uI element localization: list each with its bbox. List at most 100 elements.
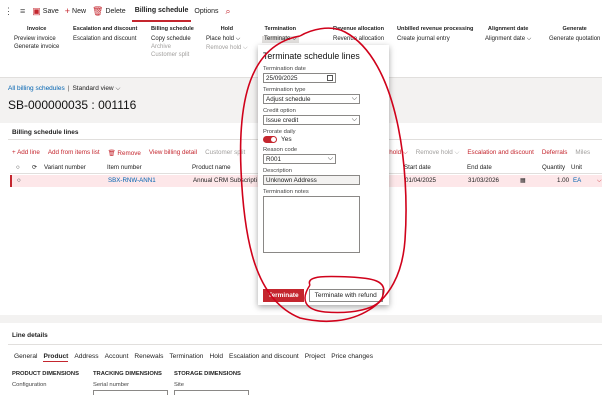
tab-account[interactable]: Account [105,353,129,362]
ribbon-group-billing: Billing schedule Copy schedule Archive C… [151,26,194,58]
terminate-button[interactable]: Terminate ⌵ [262,36,299,43]
grid-icon[interactable]: ⋮ [4,6,15,16]
dialog-title: Terminate schedule lines [263,51,360,61]
ribbon-group-invoice: Invoice Preview invoice Generate invoice [14,26,60,50]
remove-hold-action[interactable]: Remove hold ⌵ [416,149,460,157]
tab-termination[interactable]: Termination [169,353,203,362]
dialog-buttons: Terminate Terminate with refund [263,289,383,302]
item-number-link[interactable]: SBX-RNW-ANN1 [108,177,156,184]
select-all-checkbox[interactable]: ○ [16,164,20,171]
tab-escalation[interactable]: Escalation and discount [229,353,299,362]
tab-options[interactable]: Options [191,0,221,22]
alignment-date-button[interactable]: Alignment date ⌵ [485,36,531,43]
chevron-down-icon: ⌵ [327,155,333,162]
termination-notes-textarea[interactable] [263,196,360,253]
archive-button[interactable]: Archive [151,44,194,50]
chevron-down-icon: ⌵ [115,85,121,92]
remove-hold-button[interactable]: Remove hold ⌵ [206,45,248,52]
ribbon-group-escalation: Escalation and discount Escalation and d… [73,26,138,42]
trash-icon: 🗑 [92,5,104,16]
save-button[interactable]: ▣ Save [32,5,58,16]
page-title: SB-000000035 : 001116 [8,98,137,112]
menu-icon[interactable]: ≡ [20,6,27,16]
storage-dimensions-header: STORAGE DIMENSIONS [174,371,241,377]
ribbon-group-revenue: Revenue allocation Revenue allocation [333,26,385,42]
description-field: Unknown Address [263,175,360,185]
chevron-down-icon: ⌵ [292,36,297,42]
escalation-discount-button[interactable]: Escalation and discount [73,36,137,42]
terminate-with-refund-button[interactable]: Terminate with refund [308,289,383,302]
action-toolbar: ⋮ ≡ ▣ Save + New 🗑 Delete Billing schedule … [0,0,602,22]
view-selector[interactable]: Standard view ⌵ [72,85,120,92]
delete-button[interactable]: 🗑 Delete [92,5,126,16]
ribbon-group-hold: Hold Place hold ⌵ Remove hold ⌵ [206,26,248,52]
lines-action-bar-right: e hold ⌵ Remove hold ⌵ Escalation and di… [384,149,598,157]
add-from-items-button[interactable]: Add from items list [48,149,100,157]
calendar-icon[interactable]: ▦ [520,177,526,184]
col-item-number[interactable]: Item number [107,164,142,171]
tab-address[interactable]: Address [74,353,98,362]
tab-general[interactable]: General [14,353,37,362]
credit-option-select[interactable]: Issue credit ⌵ [263,115,360,125]
col-unit[interactable]: Unit [571,164,582,171]
toggle-switch[interactable] [263,136,277,143]
tab-product[interactable]: Product [43,353,69,362]
site-input[interactable] [174,390,249,395]
tab-hold[interactable]: Hold [209,353,223,362]
tab-renewals[interactable]: Renewals [134,353,163,362]
all-billing-schedules-link[interactable]: All billing schedules [8,85,65,92]
line-details-title: Line details [12,332,48,339]
trash-icon: 🗑 [107,150,116,157]
customer-split-button[interactable]: Customer split [151,52,194,58]
prorate-daily-toggle[interactable]: Yes [263,136,384,143]
termination-date-field[interactable]: 25/09/2025 [263,73,336,83]
generate-invoice-button[interactable]: Generate invoice [14,44,59,50]
terminate-dialog: Terminate schedule lines Termination dat… [258,45,389,305]
view-billing-detail-button[interactable]: View billing detail [149,149,197,157]
search-icon[interactable]: ⌕ [226,6,233,16]
plus-icon: + [64,5,71,16]
ribbon-group-alignment: Alignment date Alignment date ⌵ [485,26,532,43]
ribbon-group-generate: Generate Generate quotation [549,26,601,42]
add-line-button[interactable]: + Add line [12,149,40,157]
generate-quotation-button[interactable]: Generate quotation [549,36,600,42]
refresh-icon[interactable]: ⟳ [32,164,37,171]
terminate-button[interactable]: Terminate [263,289,304,302]
col-product-name[interactable]: Product name [192,164,231,171]
col-variant-number[interactable]: Variant number [44,164,86,171]
breadcrumb: All billing schedules | Standard view ⌵ [8,85,121,92]
create-journal-entry-button[interactable]: Create journal entry [397,36,473,42]
preview-invoice-button[interactable]: Preview invoice [14,36,59,42]
serial-number-input[interactable] [93,390,168,395]
calendar-icon[interactable] [327,75,333,81]
row-checkbox[interactable]: ○ [17,177,21,184]
line-details-tabs: General Product Address Account Renewals… [14,353,379,362]
customer-split-action[interactable]: Customer split [205,149,245,157]
col-end-date[interactable]: End date [467,164,492,171]
termination-type-select[interactable]: Adjust schedule ⌵ [263,94,360,104]
tab-price-changes[interactable]: Price changes [331,353,373,362]
escalation-discount-action[interactable]: Escalation and discount [467,149,534,157]
tab-billing-schedule[interactable]: Billing schedule [131,0,192,22]
chevron-down-icon[interactable]: ⌵ [597,177,602,185]
copy-schedule-button[interactable]: Copy schedule [151,36,194,42]
remove-button[interactable]: 🗑 Remove [108,149,141,157]
col-start-date[interactable]: Start date [404,164,431,171]
tracking-dimensions-header: TRACKING DIMENSIONS [93,371,162,377]
chevron-down-icon: ⌵ [351,116,357,123]
col-quantity[interactable]: Quantity [542,164,565,171]
ribbon-group-termination: Termination Terminate ⌵ [262,26,299,43]
ribbon-group-unbilled: Unbilled revenue processing Create journ… [397,26,474,42]
chevron-down-icon: ⌵ [351,95,357,102]
line-details-section: Line details General Product Address Acc… [0,323,602,395]
milestones-action[interactable]: Miles [575,149,590,157]
tab-project[interactable]: Project [305,353,326,362]
new-button[interactable]: + New [64,5,86,16]
reason-code-select[interactable]: R001 ⌵ [263,154,336,164]
place-hold-button[interactable]: Place hold ⌵ [206,36,248,43]
revenue-allocation-button[interactable]: Revenue allocation [333,36,384,42]
chevron-down-icon: ⌵ [526,36,532,42]
deferrals-action[interactable]: Deferrals [542,149,568,157]
save-icon: ▣ [32,5,41,16]
chevron-down-icon: ⌵ [235,36,241,42]
